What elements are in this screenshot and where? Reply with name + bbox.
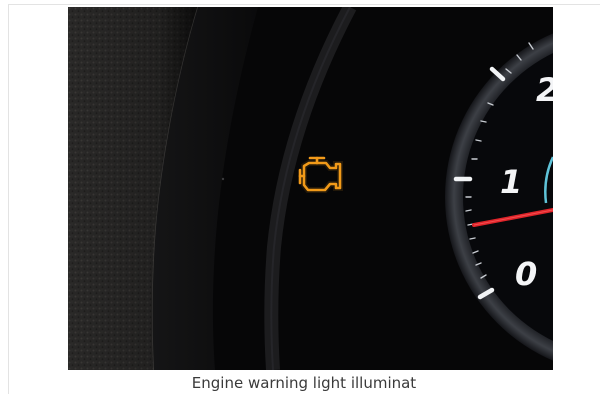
frame-border-left [8,4,9,394]
gauge-number-0: 0 [515,255,537,293]
photo-caption: Engine warning light illuminat [191,374,417,392]
gauge-number-1: 1 [500,163,522,201]
gauge-number-2: 2 [536,71,553,109]
dashboard-photo: 2 1 0 [68,7,553,370]
frame-border-top [8,4,600,5]
